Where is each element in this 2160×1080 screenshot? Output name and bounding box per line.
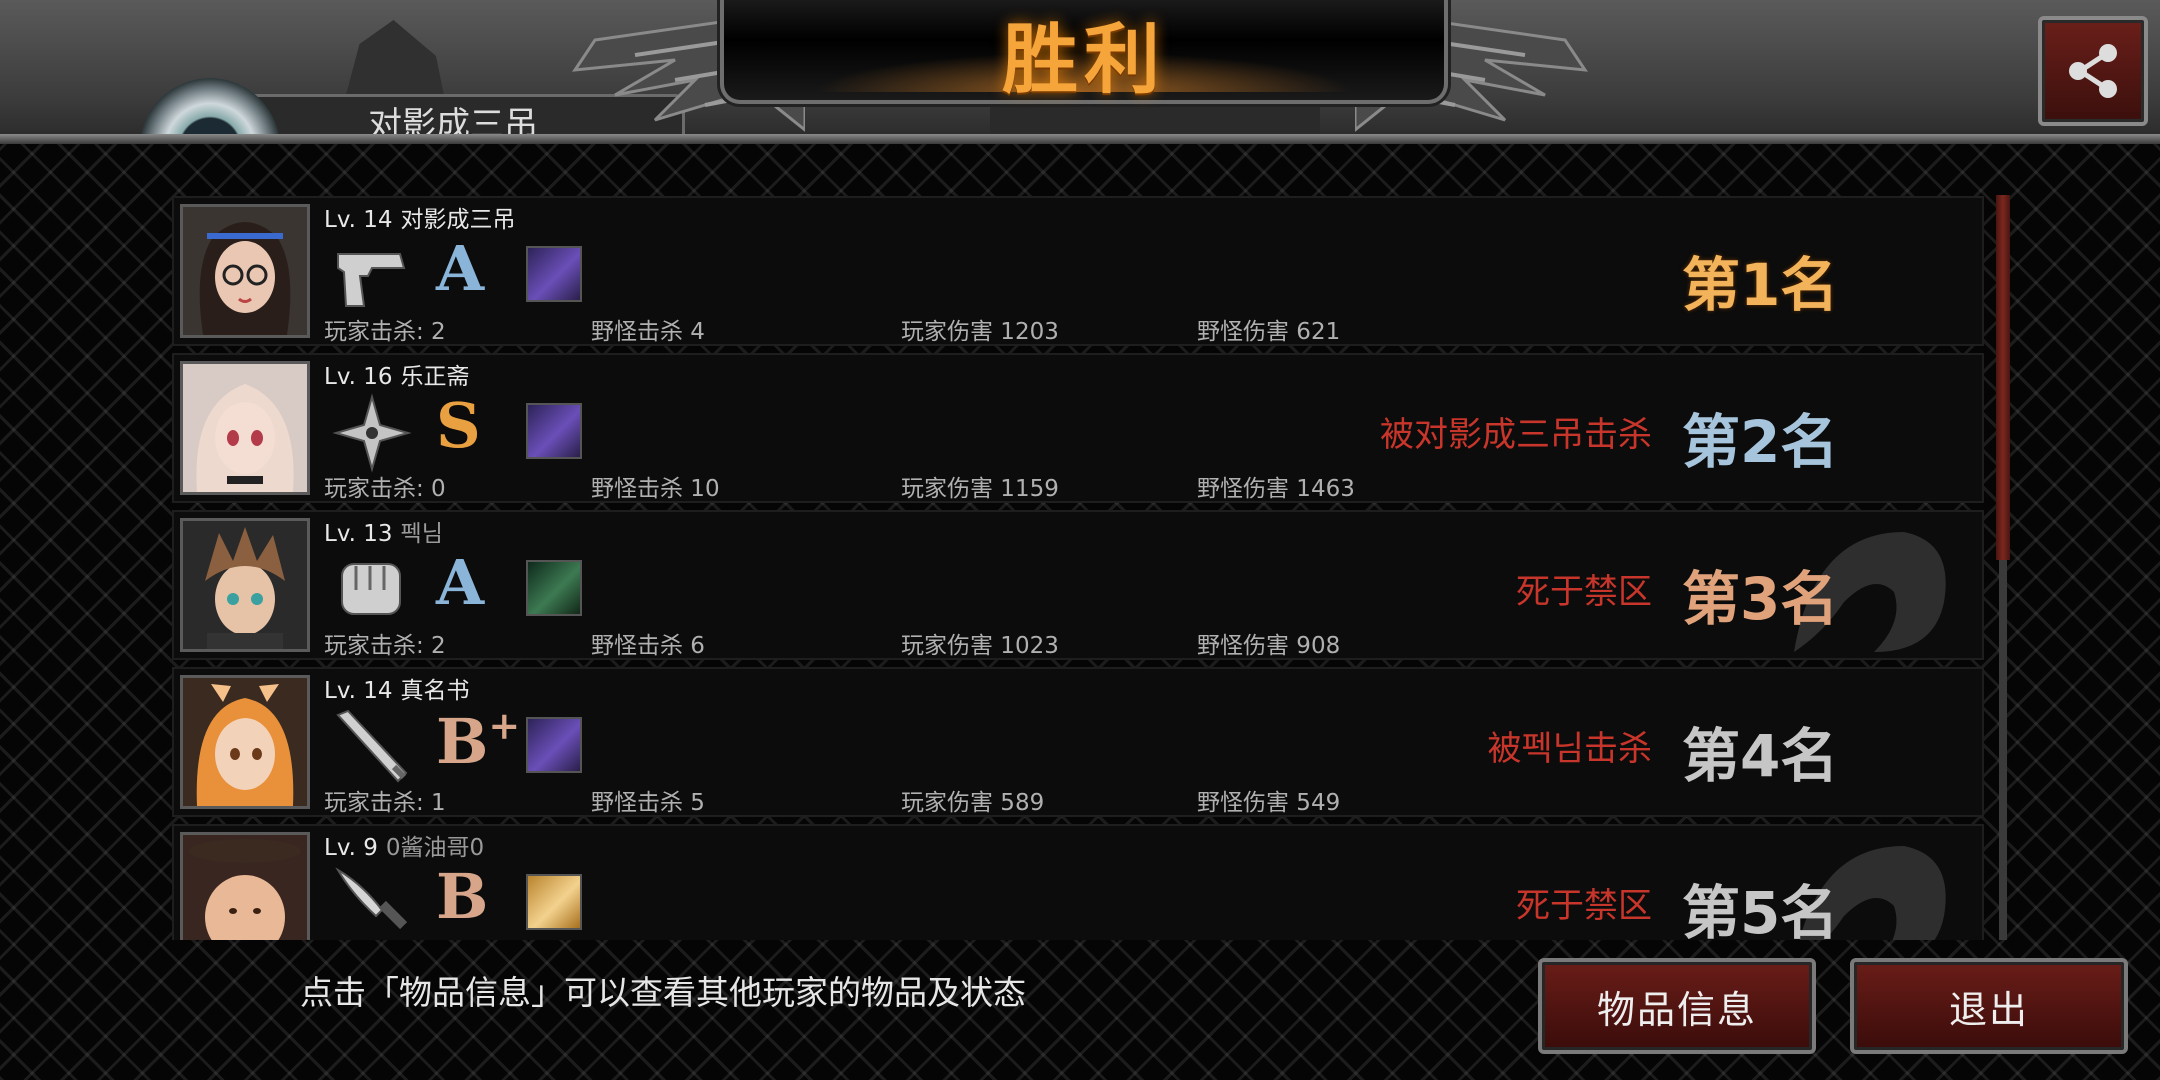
player-level: Lv. 14 bbox=[324, 678, 393, 704]
player-name: Lv. 16 乐正斋 bbox=[324, 357, 470, 391]
placement-label: 第2名 bbox=[1682, 408, 1839, 476]
player-kills: 玩家击杀: 1 bbox=[324, 790, 446, 816]
player-level: Lv. 16 bbox=[324, 364, 393, 390]
shuriken-icon bbox=[332, 393, 412, 473]
player-nickname: 真名书 bbox=[400, 678, 470, 704]
player-row[interactable]: Lv. 13 펙님 A 玩家击杀: 2 野怪击杀 6 玩家伤害 1023 野怪伤害… bbox=[172, 510, 1984, 660]
player-row[interactable]: Lv. 14 对影成三吊 A 玩家击杀: 2 野怪击杀 4 玩家伤害 1203 野… bbox=[172, 196, 1984, 346]
death-cause: 被对影成三吊击杀 bbox=[1380, 415, 1652, 455]
ranking-list[interactable]: Lv. 14 对影成三吊 A 玩家击杀: 2 野怪击杀 4 玩家伤害 1203 野… bbox=[172, 196, 1984, 940]
player-level: Lv. 9 bbox=[324, 835, 378, 861]
placement-label: 第3名 bbox=[1682, 565, 1839, 633]
monster-kills: 野怪击杀 4 bbox=[591, 319, 705, 345]
purple-armor-item-icon[interactable] bbox=[526, 717, 582, 773]
player-avatar bbox=[180, 832, 310, 940]
victory-title: 胜利 bbox=[1002, 15, 1166, 104]
player-kills: 玩家击杀: 0 bbox=[324, 476, 446, 502]
pistol-icon bbox=[337, 253, 406, 307]
knife-icon bbox=[335, 867, 408, 930]
grade-badge: A bbox=[436, 232, 485, 305]
player-level: Lv. 14 bbox=[324, 207, 393, 233]
monster-damage: 野怪伤害 621 bbox=[1197, 319, 1341, 345]
item-info-button[interactable]: 物品信息 bbox=[1538, 958, 1816, 1054]
monster-kills: 野怪击杀 6 bbox=[591, 633, 705, 659]
player-nickname: 0酱油哥0 bbox=[385, 835, 485, 861]
player-row[interactable]: Lv. 9 0酱油哥0 B 死于禁区 第5名 bbox=[172, 824, 1984, 940]
player-avatar bbox=[180, 361, 310, 495]
monster-kills: 野怪击杀 5 bbox=[591, 790, 705, 816]
player-name: Lv. 9 0酱油哥0 bbox=[324, 828, 484, 862]
player-row[interactable]: Lv. 16 乐正斋 S 玩家击杀: 0 野怪击杀 10 玩家伤害 1159 野怪… bbox=[172, 353, 1984, 503]
player-kills: 玩家击杀: 2 bbox=[324, 633, 446, 659]
grade-badge: S bbox=[436, 389, 481, 462]
player-name: Lv. 13 펙님 bbox=[324, 514, 443, 548]
player-avatar bbox=[180, 518, 310, 652]
death-cause: 死于禁区 bbox=[1516, 886, 1652, 926]
player-avatar bbox=[180, 675, 310, 809]
fist-glove-icon bbox=[341, 563, 401, 615]
placement-label: 第1名 bbox=[1682, 251, 1839, 319]
death-cause: 死于禁区 bbox=[1516, 572, 1652, 612]
placement-label: 第4名 bbox=[1682, 722, 1839, 790]
player-row[interactable]: Lv. 14 真名书 B+ 玩家击杀: 1 野怪击杀 5 玩家伤害 589 野怪伤… bbox=[172, 667, 1984, 817]
scrollbar-thumb[interactable] bbox=[1996, 195, 2010, 560]
player-avatar bbox=[180, 204, 310, 338]
item-info-hint: 点击「物品信息」可以查看其他玩家的物品及状态 bbox=[300, 973, 1026, 1012]
share-icon bbox=[2069, 44, 2117, 98]
player-nickname: 펙님 bbox=[400, 521, 443, 547]
monster-damage: 野怪伤害 549 bbox=[1197, 790, 1341, 816]
bat-icon bbox=[336, 709, 408, 783]
purple-armor-item-icon[interactable] bbox=[526, 246, 582, 302]
player-level: Lv. 13 bbox=[324, 521, 393, 547]
player-nickname: 对影成三吊 bbox=[400, 207, 516, 233]
player-damage: 玩家伤害 589 bbox=[901, 790, 1045, 816]
player-damage: 玩家伤害 1159 bbox=[901, 476, 1059, 502]
green-armor-item-icon[interactable] bbox=[526, 560, 582, 616]
player-nickname: 乐正斋 bbox=[400, 364, 470, 390]
player-name: Lv. 14 对影成三吊 bbox=[324, 200, 516, 234]
gold-food-item-icon[interactable] bbox=[526, 874, 582, 930]
grade-badge: A bbox=[436, 546, 485, 619]
placement-label: 第5名 bbox=[1682, 879, 1839, 940]
death-cause: 被펙님击杀 bbox=[1487, 729, 1652, 769]
monster-kills: 野怪击杀 10 bbox=[591, 476, 720, 502]
player-name: Lv. 14 真名书 bbox=[324, 671, 470, 705]
monster-damage: 野怪伤害 908 bbox=[1197, 633, 1341, 659]
header-divider bbox=[0, 134, 2160, 144]
monster-damage: 野怪伤害 1463 bbox=[1197, 476, 1355, 502]
purple-armor-item-icon[interactable] bbox=[526, 403, 582, 459]
grade-badge: B+ bbox=[436, 703, 521, 778]
exit-button[interactable]: 退出 bbox=[1850, 958, 2128, 1054]
share-button[interactable] bbox=[2038, 16, 2148, 126]
victory-title-plate: 胜利 bbox=[720, 0, 1448, 104]
player-kills: 玩家击杀: 2 bbox=[324, 319, 446, 345]
grade-badge: B bbox=[436, 860, 489, 933]
player-damage: 玩家伤害 1023 bbox=[901, 633, 1059, 659]
player-damage: 玩家伤害 1203 bbox=[901, 319, 1059, 345]
